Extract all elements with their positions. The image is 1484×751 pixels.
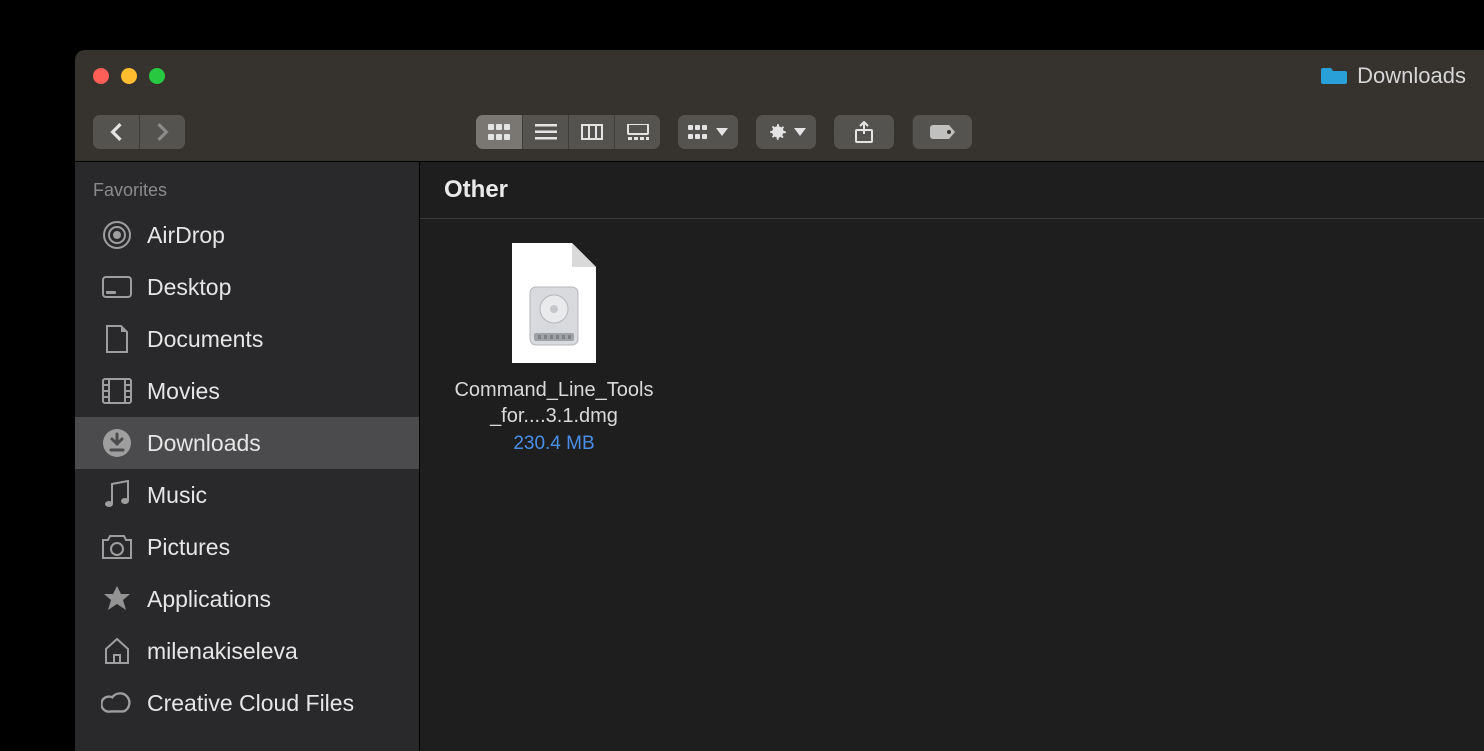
icon-view-button[interactable] — [476, 115, 522, 149]
titlebar: Downloads — [75, 50, 1484, 102]
sidebar-item-label: milenakiseleva — [147, 638, 298, 665]
nav-buttons — [93, 115, 185, 149]
sidebar-item-movies[interactable]: Movies — [75, 365, 419, 417]
fullscreen-button[interactable] — [149, 68, 165, 84]
sidebar-item-pictures[interactable]: Pictures — [75, 521, 419, 573]
tags-button[interactable] — [912, 115, 972, 149]
window-title-area: Downloads — [1321, 63, 1466, 89]
sidebar: Favorites AirDrop Desktop Documents — [75, 162, 420, 751]
documents-icon — [101, 324, 133, 354]
applications-icon — [101, 584, 133, 614]
file-item[interactable]: Command_Line_Tools_for....3.1.dmg 230.4 … — [454, 243, 654, 455]
icon-grid: Command_Line_Tools_for....3.1.dmg 230.4 … — [420, 219, 1484, 479]
sidebar-item-label: Music — [147, 482, 207, 509]
group-header: Other — [420, 162, 1484, 219]
sidebar-item-downloads[interactable]: Downloads — [75, 417, 419, 469]
sidebar-item-label: Applications — [147, 586, 271, 613]
content-area: Other — [420, 162, 1484, 751]
downloads-icon — [101, 428, 133, 458]
sidebar-item-home[interactable]: milenakiseleva — [75, 625, 419, 677]
minimize-button[interactable] — [121, 68, 137, 84]
home-icon — [101, 637, 133, 665]
file-size: 230.4 MB — [454, 433, 654, 455]
action-button[interactable] — [756, 115, 816, 149]
view-mode-group — [476, 115, 660, 149]
tag-icon — [929, 123, 957, 141]
list-view-button[interactable] — [522, 115, 568, 149]
sidebar-item-label: AirDrop — [147, 222, 225, 249]
sidebar-item-label: Movies — [147, 378, 220, 405]
sidebar-item-airdrop[interactable]: AirDrop — [75, 209, 419, 261]
airdrop-icon — [101, 220, 133, 250]
folder-icon — [1321, 66, 1347, 86]
sidebar-item-documents[interactable]: Documents — [75, 313, 419, 365]
share-icon — [855, 121, 873, 143]
sidebar-item-label: Documents — [147, 326, 263, 353]
sidebar-item-creative-cloud[interactable]: Creative Cloud Files — [75, 677, 419, 729]
action-button-group — [756, 115, 816, 149]
column-view-button[interactable] — [568, 115, 614, 149]
gear-icon — [766, 122, 786, 142]
group-by-button[interactable] — [678, 115, 738, 149]
gallery-view-button[interactable] — [614, 115, 660, 149]
forward-button[interactable] — [139, 115, 185, 149]
creative-cloud-icon — [101, 692, 133, 714]
sidebar-item-label: Downloads — [147, 430, 261, 457]
window-body: Favorites AirDrop Desktop Documents — [75, 162, 1484, 751]
music-icon — [101, 480, 133, 510]
group-by-button-group — [678, 115, 738, 149]
desktop-icon — [101, 276, 133, 298]
window-title: Downloads — [1357, 63, 1466, 89]
window-controls — [93, 68, 165, 84]
sidebar-item-applications[interactable]: Applications — [75, 573, 419, 625]
back-button[interactable] — [93, 115, 139, 149]
chevron-down-icon — [716, 128, 728, 136]
sidebar-item-label: Desktop — [147, 274, 231, 301]
sidebar-item-label: Pictures — [147, 534, 230, 561]
close-button[interactable] — [93, 68, 109, 84]
finder-window: Downloads — [75, 50, 1484, 751]
sidebar-item-desktop[interactable]: Desktop — [75, 261, 419, 313]
toolbar — [75, 102, 1484, 162]
movies-icon — [101, 378, 133, 404]
sidebar-section-label: Favorites — [75, 180, 419, 209]
sidebar-item-music[interactable]: Music — [75, 469, 419, 521]
pictures-icon — [101, 534, 133, 560]
sidebar-item-label: Creative Cloud Files — [147, 690, 354, 717]
chevron-down-icon — [794, 128, 806, 136]
share-button[interactable] — [834, 115, 894, 149]
dmg-file-icon — [508, 243, 600, 363]
file-name: Command_Line_Tools_for....3.1.dmg — [454, 377, 654, 429]
